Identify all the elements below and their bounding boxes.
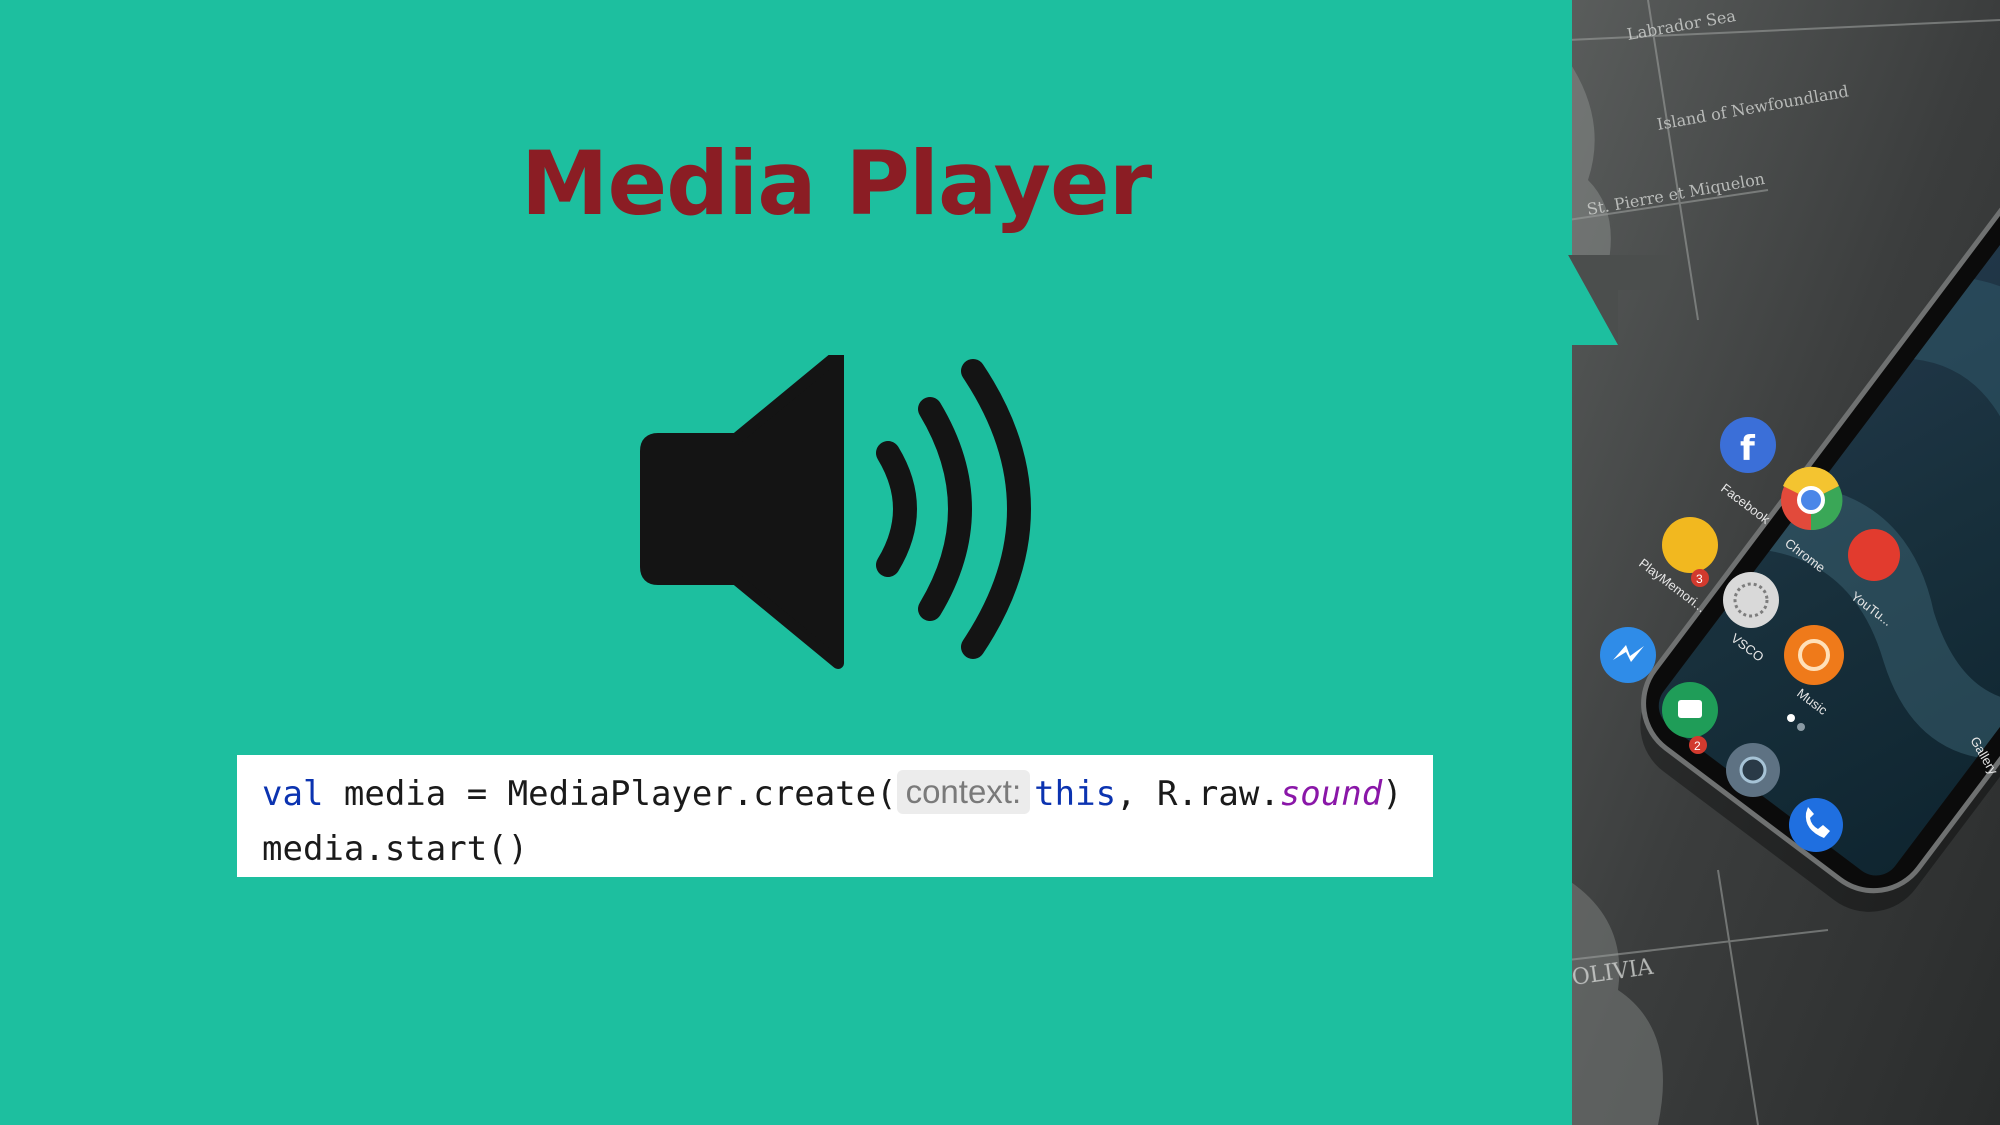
phone-on-map-photo: Labrador Sea Island of Newfoundland St. … bbox=[1568, 0, 2000, 1125]
hangouts-glyph bbox=[1678, 700, 1702, 718]
code-text: media = MediaPlayer.create( bbox=[323, 774, 897, 814]
parameter-hint: context: bbox=[896, 770, 1031, 814]
playmemories-icon[interactable] bbox=[1662, 517, 1718, 573]
vsco-icon[interactable] bbox=[1723, 572, 1779, 628]
slide-edge bbox=[1568, 0, 1572, 1125]
youtube-icon[interactable] bbox=[1848, 529, 1900, 581]
phone-dialer-icon[interactable] bbox=[1789, 798, 1843, 852]
speaker-body bbox=[640, 355, 844, 669]
notification-count: 3 bbox=[1696, 572, 1703, 586]
chrome-center bbox=[1797, 486, 1825, 514]
music-icon[interactable] bbox=[1784, 625, 1844, 685]
speaker-volume-icon bbox=[640, 355, 1031, 669]
code-keyword-val: val bbox=[262, 774, 324, 814]
sound-wave-medium bbox=[918, 397, 972, 621]
code-keyword-this: this bbox=[1034, 774, 1117, 814]
code-line-1: val media = MediaPlayer.create(context: t… bbox=[262, 767, 1433, 822]
sound-wave-small bbox=[876, 441, 917, 577]
code-resource-name: sound bbox=[1279, 774, 1383, 814]
page-dot bbox=[1797, 723, 1805, 731]
page-dot bbox=[1787, 714, 1795, 722]
notification-count: 2 bbox=[1694, 739, 1701, 753]
code-text: ) bbox=[1382, 774, 1403, 814]
camera-lens bbox=[1739, 756, 1767, 784]
code-snippet: val media = MediaPlayer.create(context: t… bbox=[237, 755, 1433, 877]
code-text: , R.raw. bbox=[1116, 774, 1280, 814]
sound-wave-large bbox=[961, 359, 1031, 659]
slide-title: Media Player bbox=[520, 132, 1152, 235]
code-line-2: media.start() bbox=[262, 829, 529, 869]
facebook-glyph: f bbox=[1740, 429, 1756, 469]
